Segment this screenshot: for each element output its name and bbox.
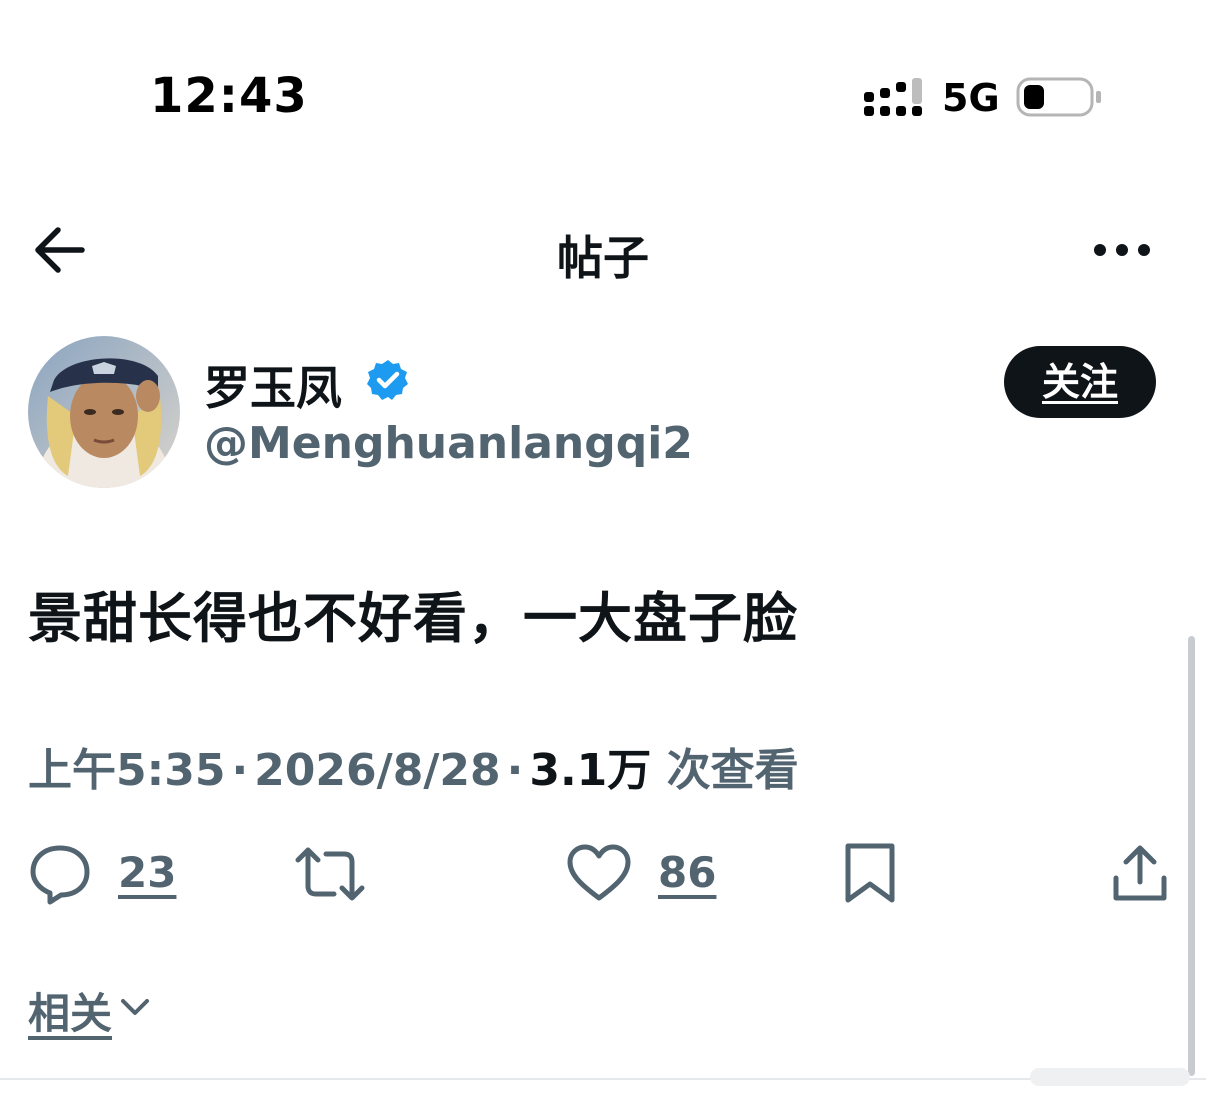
cellular-signal-icon xyxy=(864,78,922,116)
retweet-icon xyxy=(295,847,365,901)
reply-button[interactable] xyxy=(28,842,92,906)
avatar-image xyxy=(28,336,180,488)
post-detail-screen: 12:43 5G 帖子 罗玉凤 @Menghuanlangqi2 关注 景甜长得… xyxy=(0,0,1206,1103)
divider xyxy=(0,1078,1206,1080)
status-time: 12:43 xyxy=(150,68,308,124)
meta-separator: · xyxy=(506,745,524,796)
username[interactable]: @Menghuanlangqi2 xyxy=(204,418,693,469)
network-type: 5G xyxy=(942,76,1000,120)
tweet-time[interactable]: 上午5:35 xyxy=(28,745,225,796)
tweet-date[interactable]: 2026/8/28 xyxy=(254,745,500,796)
chevron-down-icon[interactable] xyxy=(118,992,152,1022)
tweet-meta: 上午5:35 · 2026/8/28 · 3.1万 次查看 xyxy=(28,734,799,796)
bookmark-icon xyxy=(845,843,895,903)
views-label: 次查看 xyxy=(666,745,799,796)
battery-icon xyxy=(1016,77,1101,117)
bookmark-button[interactable] xyxy=(842,842,898,906)
display-name[interactable]: 罗玉凤 xyxy=(204,352,342,418)
views-count: 3.1万 xyxy=(529,745,652,796)
verified-badge-icon xyxy=(367,360,408,400)
avatar[interactable] xyxy=(28,336,180,488)
reply-icon xyxy=(30,845,90,905)
more-horizontal-icon[interactable] xyxy=(1090,230,1154,270)
page-title: 帖子 xyxy=(557,231,649,285)
retweet-button[interactable] xyxy=(294,842,366,906)
home-indicator xyxy=(1030,1068,1190,1086)
scrollbar[interactable] xyxy=(1188,636,1195,1076)
like-button[interactable] xyxy=(566,842,632,906)
heart-icon xyxy=(567,844,631,901)
tweet-text: 景甜长得也不好看，一大盘子脸 xyxy=(28,587,798,650)
reply-count[interactable]: 23 xyxy=(118,848,176,897)
follow-button[interactable]: 关注 xyxy=(1004,346,1156,418)
like-count[interactable]: 86 xyxy=(658,848,716,897)
related-toggle[interactable]: 相关 xyxy=(28,980,112,1041)
share-button[interactable] xyxy=(1110,842,1170,906)
share-icon xyxy=(1113,845,1167,901)
meta-separator: · xyxy=(231,745,249,796)
